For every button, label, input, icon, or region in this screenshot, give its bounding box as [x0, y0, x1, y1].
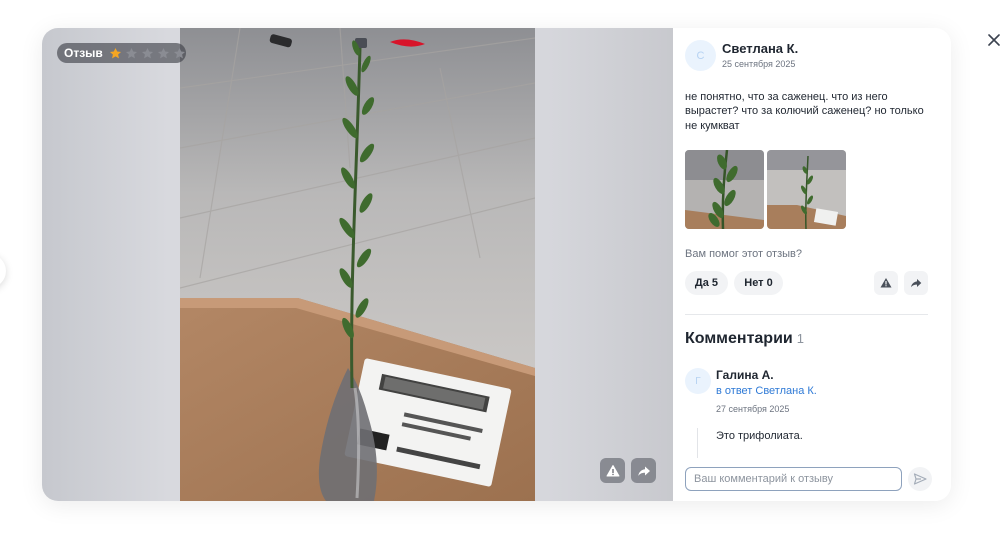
rating-label: Отзыв: [64, 46, 103, 60]
review-photo[interactable]: [180, 28, 535, 501]
comment-input[interactable]: [685, 467, 902, 491]
star-empty-icon: [141, 47, 153, 58]
vote-no-button[interactable]: Нет 0: [734, 271, 783, 295]
review-modal: Отзыв С Светлана К. 25 сентября 2025 не …: [42, 28, 951, 501]
comments-count: 1: [796, 331, 804, 346]
close-button[interactable]: [983, 29, 1000, 51]
divider: [685, 314, 928, 315]
reply-to-link[interactable]: в ответ Светлана К.: [716, 384, 817, 398]
avatar: С: [685, 40, 716, 71]
review-date: 25 сентября 2025: [722, 59, 796, 69]
review-panel: С Светлана К. 25 сентября 2025 не понятн…: [673, 28, 951, 501]
review-author: С Светлана К. 25 сентября 2025: [685, 40, 798, 71]
photo-thumbnail[interactable]: [767, 150, 846, 229]
media-viewer: Отзыв: [42, 28, 673, 501]
comments-header: Комментарии 1: [685, 330, 804, 348]
previous-review-button[interactable]: [0, 254, 6, 288]
author-name[interactable]: Светлана К.: [722, 41, 798, 57]
vote-yes-button[interactable]: Да 5: [685, 271, 728, 295]
comments-title: Комментарии: [685, 330, 793, 347]
star-filled-icon: [109, 47, 121, 58]
comment-text: Это трифолиата.: [716, 430, 803, 442]
vote-row: Да 5 Нет 0: [685, 271, 928, 295]
report-photo-button[interactable]: [600, 458, 625, 483]
share-icon: [637, 466, 650, 476]
comment-author[interactable]: Галина А.: [716, 368, 774, 383]
report-review-button[interactable]: [874, 271, 898, 295]
photo-thumbnail[interactable]: [685, 150, 764, 229]
send-comment-button[interactable]: [908, 467, 932, 491]
share-review-button[interactable]: [904, 271, 928, 295]
helpful-question: Вам помог этот отзыв?: [685, 248, 802, 260]
warning-icon: [880, 278, 892, 288]
warning-icon: [606, 464, 619, 476]
share-icon: [911, 279, 922, 288]
rating-stars: [109, 47, 186, 60]
star-empty-icon: [157, 47, 169, 58]
thread-line: [697, 428, 698, 458]
star-empty-icon: [173, 47, 185, 58]
close-icon: [988, 34, 1000, 46]
media-actions: [600, 458, 656, 483]
avatar: Г: [685, 368, 711, 394]
share-photo-button[interactable]: [631, 458, 656, 483]
review-text: не понятно, что за саженец. что из него …: [685, 91, 924, 132]
send-icon: [913, 473, 927, 485]
rating-badge: Отзыв: [57, 43, 186, 63]
comment-date: 27 сентября 2025: [716, 404, 790, 414]
review-photo-thumbnails: [685, 150, 846, 229]
star-empty-icon: [125, 47, 137, 58]
comment-compose: [673, 458, 951, 501]
